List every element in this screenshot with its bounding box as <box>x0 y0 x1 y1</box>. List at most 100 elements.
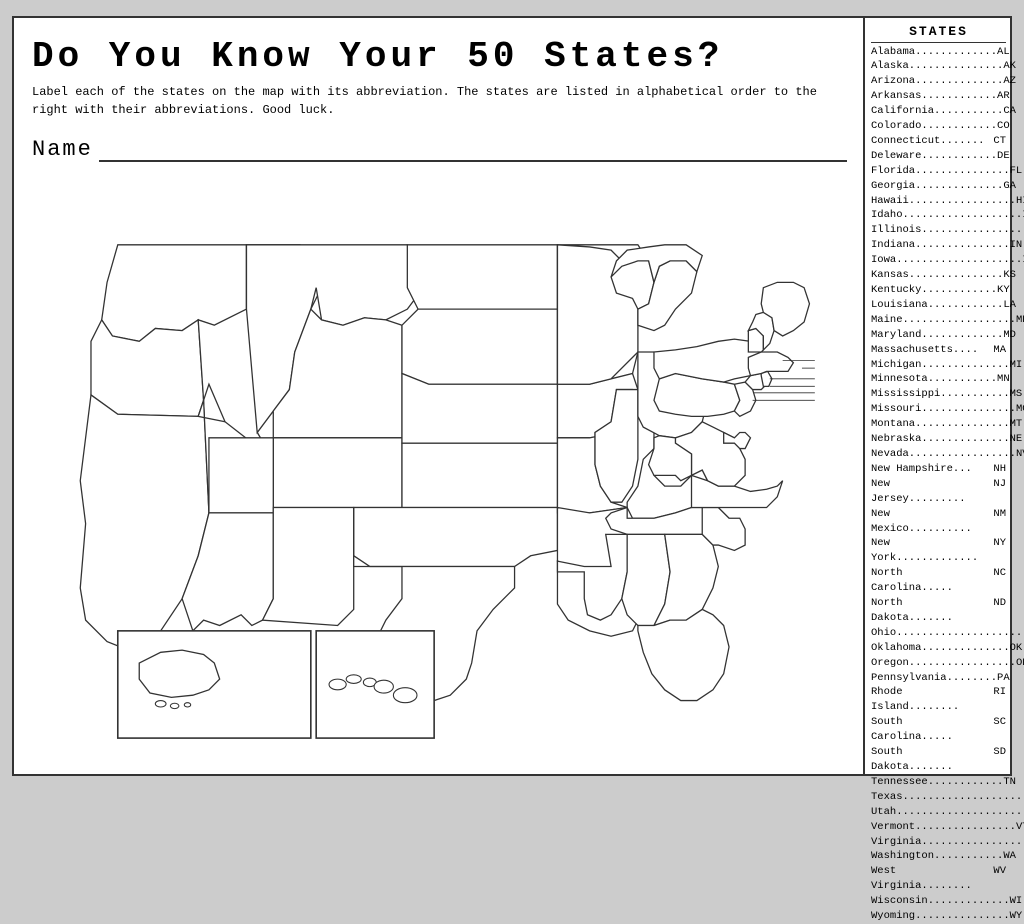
state-list-item: Arkansas............AR <box>871 89 1006 104</box>
state-abbr: MO <box>1016 402 1024 417</box>
state-name: Ohio..................... <box>871 626 1024 641</box>
state-name: New Mexico.......... <box>871 507 986 537</box>
state-abbr: NE <box>1010 432 1023 447</box>
state-name: Wisconsin............. <box>871 894 1010 909</box>
state-abbr: VT <box>1016 820 1024 835</box>
state-name: Alabama............. <box>871 45 997 60</box>
state-name: Texas..................... <box>871 790 1024 805</box>
state-list-item: Tennessee............TN <box>871 775 1006 790</box>
state-list-item: Virginia.................VA <box>871 835 1006 850</box>
state-list-item: California...........CA <box>871 104 1006 119</box>
state-abbr: NY <box>986 536 1006 566</box>
sidebar-title: STATES <box>871 24 1006 43</box>
state-list-item: Maryland.............MD <box>871 328 1006 343</box>
state-list-item: Hawaii.................HI <box>871 194 1006 209</box>
state-list: Alabama.............ALAlaska............… <box>871 45 1006 924</box>
state-abbr: MS <box>1010 387 1023 402</box>
name-underline[interactable] <box>99 138 847 162</box>
state-list-item: Colorado............CO <box>871 119 1006 134</box>
state-list-item: Mississippi...........MS <box>871 387 1006 402</box>
state-name: Virginia................. <box>871 835 1024 850</box>
state-abbr: NJ <box>986 477 1006 507</box>
state-name: Montana............... <box>871 417 1010 432</box>
state-list-item: Utah......................UT <box>871 805 1006 820</box>
state-name: West Virginia........ <box>871 864 986 894</box>
state-name: Alaska............... <box>871 59 1003 74</box>
state-name: Nebraska.............. <box>871 432 1010 447</box>
state-abbr: NV <box>1016 447 1024 462</box>
state-name: Colorado............ <box>871 119 997 134</box>
state-name: Maine.................. <box>871 313 1016 328</box>
instructions-text: Label each of the states on the map with… <box>32 83 847 119</box>
state-list-item: Idaho...................ID <box>871 208 1006 223</box>
state-abbr: WY <box>1010 909 1023 924</box>
state-list-item: Deleware............DE <box>871 149 1006 164</box>
state-abbr: MA <box>986 343 1006 358</box>
state-list-item: New Mexico..........NM <box>871 507 1006 537</box>
state-abbr: AK <box>1003 59 1016 74</box>
state-list-item: North Carolina.....NC <box>871 566 1006 596</box>
state-abbr: GA <box>1003 179 1016 194</box>
page: Do You Know Your 50 States? Label each o… <box>12 16 1012 776</box>
state-list-item: Alaska...............AK <box>871 59 1006 74</box>
us-map-svg <box>32 176 847 764</box>
state-list-item: South Carolina.....SC <box>871 715 1006 745</box>
page-title: Do You Know Your 50 States? <box>32 36 847 77</box>
state-list-item: Wisconsin.............WI <box>871 894 1006 909</box>
state-name: Michigan.............. <box>871 358 1010 373</box>
state-list-item: Missouri...............MO <box>871 402 1006 417</box>
state-name: Louisiana............ <box>871 298 1003 313</box>
state-name: California........... <box>871 104 1003 119</box>
state-list-item: New York.............NY <box>871 536 1006 566</box>
state-name: Missouri............... <box>871 402 1016 417</box>
state-abbr: CT <box>986 134 1006 149</box>
state-name: Oregon................. <box>871 656 1016 671</box>
state-abbr: NH <box>986 462 1006 477</box>
state-name: North Dakota....... <box>871 596 986 626</box>
state-abbr: WI <box>1010 894 1023 909</box>
state-list-item: Massachusetts....MA <box>871 343 1006 358</box>
state-name: New York............. <box>871 536 986 566</box>
state-list-item: Georgia..............GA <box>871 179 1006 194</box>
state-list-item: Texas.....................TX <box>871 790 1006 805</box>
state-name: Vermont................ <box>871 820 1016 835</box>
state-name: Kansas............... <box>871 268 1003 283</box>
main-content: Do You Know Your 50 States? Label each o… <box>14 18 865 774</box>
state-list-item: New Jersey.........NJ <box>871 477 1006 507</box>
state-list-item: Washington...........WA <box>871 849 1006 864</box>
state-abbr: WA <box>1003 849 1016 864</box>
state-name: Mississippi........... <box>871 387 1010 402</box>
state-abbr: SC <box>986 715 1006 745</box>
state-abbr: IN <box>1010 238 1023 253</box>
state-name: Hawaii................. <box>871 194 1016 209</box>
state-list-item: Wyoming...............WY <box>871 909 1006 924</box>
us-map-area <box>32 176 847 764</box>
sidebar: STATES Alabama.............ALAlaska.....… <box>865 18 1010 774</box>
state-list-item: Louisiana............LA <box>871 298 1006 313</box>
state-abbr: NM <box>986 507 1006 537</box>
state-abbr: TN <box>1003 775 1016 790</box>
state-abbr: NC <box>986 566 1006 596</box>
state-list-item: Ohio.....................OH <box>871 626 1006 641</box>
state-list-item: Rhode Island........RI <box>871 685 1006 715</box>
state-name: Illinois................. <box>871 223 1024 238</box>
state-abbr: CO <box>997 119 1010 134</box>
state-abbr: LA <box>1003 298 1016 313</box>
state-name: Iowa.................... <box>871 253 1022 268</box>
state-list-item: Illinois.................IL <box>871 223 1006 238</box>
state-name: Washington........... <box>871 849 1003 864</box>
state-name: Arizona.............. <box>871 74 1003 89</box>
state-name: Deleware............ <box>871 149 997 164</box>
state-abbr: HI <box>1016 194 1024 209</box>
state-name: Wyoming............... <box>871 909 1010 924</box>
state-name: Arkansas............ <box>871 89 997 104</box>
state-name: Massachusetts.... <box>871 343 986 358</box>
state-list-item: Montana...............MT <box>871 417 1006 432</box>
state-list-item: North Dakota.......ND <box>871 596 1006 626</box>
state-list-item: New Hampshire...NH <box>871 462 1006 477</box>
state-name: Connecticut....... <box>871 134 986 149</box>
state-abbr: AL <box>997 45 1010 60</box>
state-abbr: OK <box>1010 641 1023 656</box>
name-label: Name <box>32 137 93 162</box>
state-abbr: ND <box>986 596 1006 626</box>
